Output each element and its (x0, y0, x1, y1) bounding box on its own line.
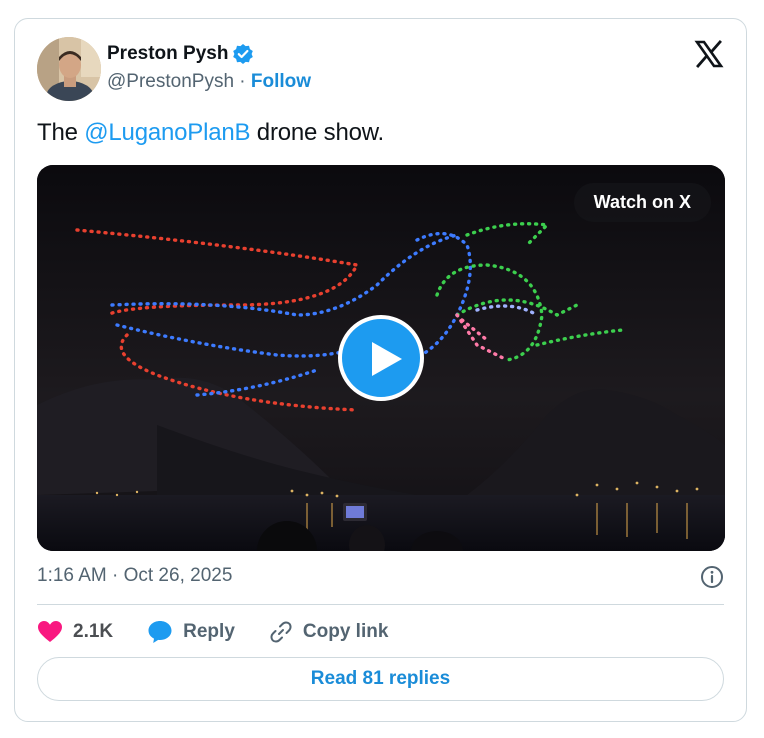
author-name[interactable]: Preston Pysh (107, 43, 228, 65)
tweet-text: The @LuganoPlanB drone show. (37, 119, 384, 147)
handle-separator: · (239, 71, 246, 92)
copy-link-button[interactable]: Copy link (269, 620, 389, 644)
x-logo-icon[interactable] (694, 39, 724, 69)
reply-label: Reply (183, 621, 235, 642)
mention-link[interactable]: @LuganoPlanB (84, 119, 250, 146)
verified-badge-icon (232, 43, 254, 65)
avatar[interactable] (37, 37, 101, 101)
author-handle[interactable]: @PrestonPysh (107, 71, 234, 92)
copy-link-label: Copy link (302, 621, 389, 642)
play-button[interactable] (338, 315, 424, 401)
divider (37, 604, 724, 605)
tweet-text-after: drone show. (250, 119, 385, 146)
reply-icon (148, 621, 172, 643)
watch-on-x-button[interactable]: Watch on X (573, 183, 711, 222)
heart-icon (38, 621, 62, 642)
tweet-card: Preston Pysh @PrestonPysh · Follow The @… (14, 18, 747, 722)
action-bar: 2.1K Reply Copy link (37, 617, 422, 647)
tweet-timestamp[interactable]: 1:16 AM · Oct 26, 2025 (37, 565, 232, 587)
follow-button[interactable]: Follow (251, 71, 311, 92)
read-replies-button[interactable]: Read 81 replies (37, 657, 724, 701)
info-icon[interactable] (700, 565, 724, 589)
like-count: 2.1K (73, 621, 114, 642)
tweet-text-before: The (37, 119, 85, 146)
video-player[interactable]: Watch on X (37, 165, 725, 551)
link-icon (270, 621, 292, 643)
reply-button[interactable]: Reply (147, 620, 235, 644)
like-button[interactable]: 2.1K (37, 620, 113, 644)
play-icon (372, 342, 402, 376)
